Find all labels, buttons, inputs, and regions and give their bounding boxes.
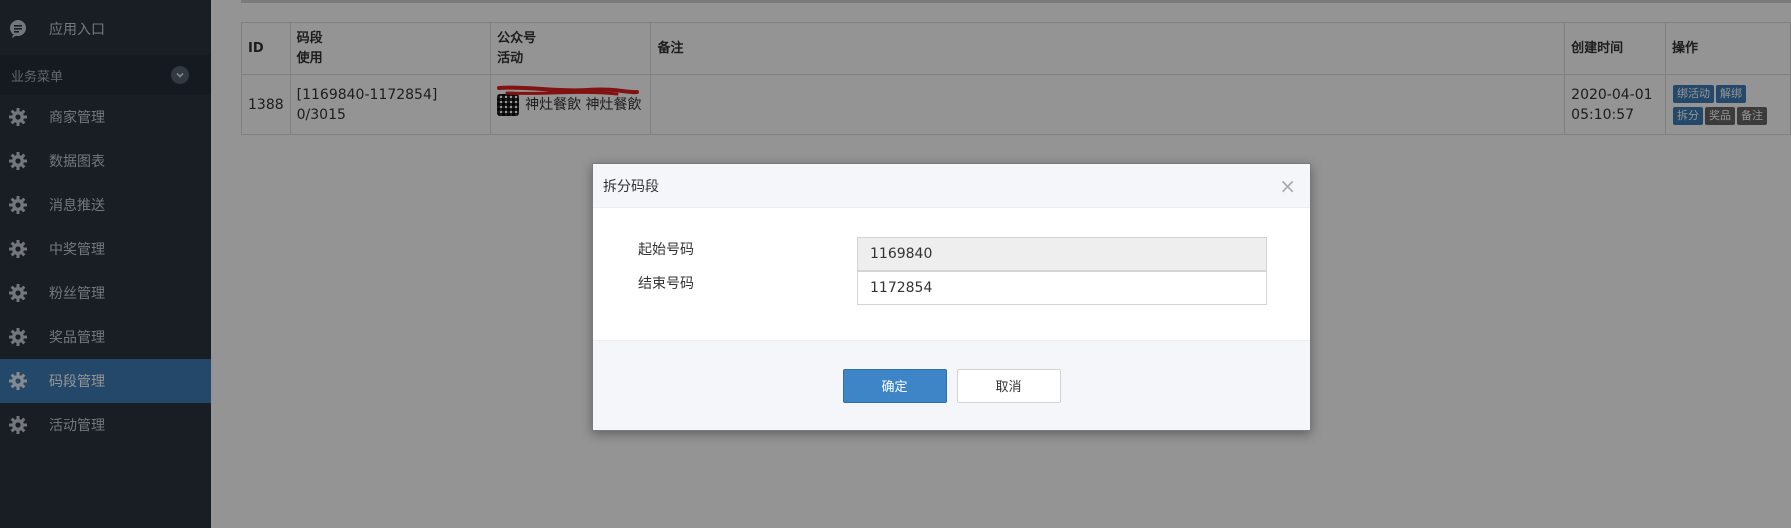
cancel-button[interactable]: 取消 xyxy=(956,368,1061,403)
dialog-body: 起始号码 结束号码 xyxy=(593,208,1310,340)
dialog-title: 拆分码段 xyxy=(603,178,659,195)
confirm-button[interactable]: 确定 xyxy=(842,368,947,403)
end-number-input[interactable] xyxy=(857,271,1267,305)
start-number-label: 起始号码 xyxy=(638,242,694,258)
dialog-footer: 确定 取消 xyxy=(593,340,1310,430)
end-number-label: 结束号码 xyxy=(638,276,694,292)
close-icon[interactable]: × xyxy=(1279,176,1296,196)
dialog-header: 拆分码段 × xyxy=(593,164,1310,208)
start-number-input[interactable] xyxy=(857,237,1267,271)
split-segment-dialog: 拆分码段 × 起始号码 结束号码 确定 取消 xyxy=(592,163,1311,431)
